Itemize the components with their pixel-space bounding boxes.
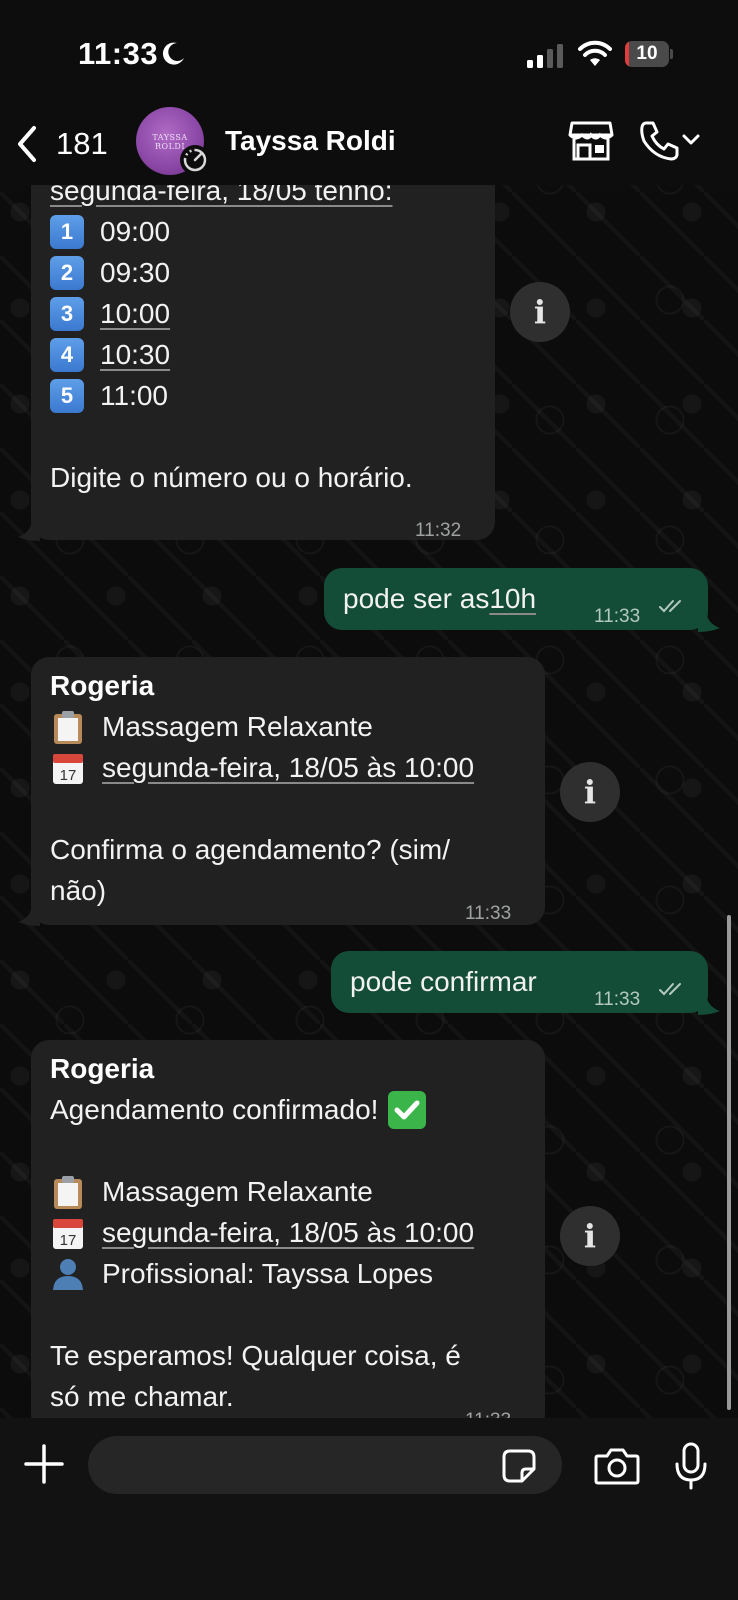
svg-text:17: 17 (60, 767, 77, 784)
message-time: 11:33 (465, 903, 512, 924)
svg-text:17: 17 (60, 1232, 77, 1249)
incoming-message[interactable]: segunda-feira, 18/05 tenho: 1 09:00 2 09:30… (31, 130, 495, 541)
number-keycap-icon: 5 (50, 378, 84, 413)
battery-indicator: 10 (625, 41, 673, 67)
info-button[interactable]: i (510, 282, 570, 342)
message-line: Profissional: Tayssa Lopes (50, 1253, 474, 1294)
time-option: 1 09:00 (50, 211, 413, 252)
wifi-icon (578, 40, 612, 66)
time-option: 2 09:30 (50, 252, 413, 293)
double-check-icon (659, 983, 681, 996)
plus-icon[interactable] (24, 1444, 64, 1484)
message-line: não) (50, 875, 107, 906)
disappearing-timer-icon (180, 145, 210, 175)
sender-name: Rogeria (50, 1053, 155, 1084)
contact-name[interactable]: Tayssa Roldi (225, 125, 396, 157)
message-line: só me chamar. (50, 1381, 234, 1412)
message-line: Agendamento confirmado! (50, 1089, 474, 1130)
option-time: 09:00 (100, 216, 171, 247)
number-keycap-icon: 4 (50, 337, 84, 372)
message-composer (0, 1418, 738, 1600)
outgoing-message[interactable]: pode confirmar 11:33 (331, 951, 708, 1013)
person-icon (53, 1258, 83, 1290)
message-line: Te esperamos! Qualquer coisa, é (50, 1340, 461, 1371)
message-input[interactable] (88, 1436, 562, 1494)
message-line: 17 segunda-feira, 18/05 às 10:00 (50, 1212, 474, 1253)
date-link[interactable]: segunda-feira, 18/05 às 10:00 (102, 747, 474, 788)
message-time: 11:32 (415, 520, 462, 541)
bubble-tail (18, 521, 40, 541)
microphone-icon[interactable] (674, 1442, 708, 1490)
moon-icon (162, 42, 184, 65)
outgoing-message[interactable]: pode ser as 10h 11:33 (324, 568, 708, 630)
number-keycap-icon: 3 (50, 296, 84, 331)
message-line: 17 segunda-feira, 18/05 às 10:00 (50, 747, 474, 788)
back-button[interactable]: 181 (14, 117, 108, 171)
bubble-tail (698, 995, 720, 1015)
chevron-down-icon[interactable] (682, 133, 700, 147)
double-check-icon (659, 600, 681, 613)
sender-name: Rogeria (50, 670, 155, 701)
message-line: Massagem Relaxante (50, 706, 474, 747)
incoming-message[interactable]: Rogeria Agendamento confirmado! Massagem… (31, 1040, 545, 1432)
option-time[interactable]: 10:30 (100, 334, 170, 375)
time-link[interactable]: 10h (489, 578, 536, 619)
check-mark-icon (388, 1090, 427, 1129)
sticker-icon[interactable] (502, 1449, 536, 1483)
option-time: 11:00 (100, 380, 168, 411)
status-bar: 11:33 10 (0, 0, 738, 105)
calendar-icon: 17 (53, 753, 83, 784)
info-icon: i (583, 773, 597, 811)
time-option: 3 10:00 (50, 293, 413, 334)
info-icon: i (533, 293, 547, 331)
message-line: Digite o número ou o horário. (50, 462, 413, 493)
bubble-tail (18, 906, 40, 926)
chat-header: 181 TAYSSA ROLDI Tayssa Roldi (0, 105, 738, 185)
unread-count: 181 (56, 126, 108, 161)
chevron-left-icon (18, 126, 36, 162)
camera-icon[interactable] (594, 1446, 640, 1486)
clipboard-icon (54, 1175, 82, 1209)
message-time: 11:33 (594, 989, 641, 1010)
option-time: 09:30 (100, 257, 171, 288)
cellular-signal-icon (527, 44, 563, 68)
option-time[interactable]: 10:00 (100, 293, 170, 334)
info-icon: i (583, 1217, 597, 1255)
message-text: pode confirmar (350, 966, 537, 997)
status-time: 11:33 (78, 36, 159, 71)
bubble-tail (698, 612, 720, 632)
clipboard-icon (54, 710, 82, 744)
info-button[interactable]: i (560, 762, 620, 822)
message-text: pode ser as 10h (343, 578, 536, 619)
message-line: Massagem Relaxante (50, 1171, 474, 1212)
number-keycap-icon: 1 (50, 214, 84, 249)
message-line: Confirma o agendamento? (sim/ (50, 834, 450, 865)
info-button[interactable]: i (560, 1206, 620, 1266)
calendar-icon: 17 (53, 1218, 83, 1249)
battery-level: 10 (636, 43, 658, 64)
time-option: 5 11:00 (50, 375, 413, 416)
incoming-message[interactable]: Rogeria Massagem Relaxante 17 segunda-fe… (31, 657, 545, 925)
store-icon[interactable] (568, 119, 614, 161)
message-time: 11:33 (594, 606, 641, 627)
voice-call-icon[interactable] (638, 119, 682, 161)
date-link[interactable]: segunda-feira, 18/05 às 10:00 (102, 1212, 474, 1253)
scrollbar[interactable] (727, 915, 731, 1410)
time-option: 4 10:30 (50, 334, 413, 375)
number-keycap-icon: 2 (50, 255, 84, 290)
